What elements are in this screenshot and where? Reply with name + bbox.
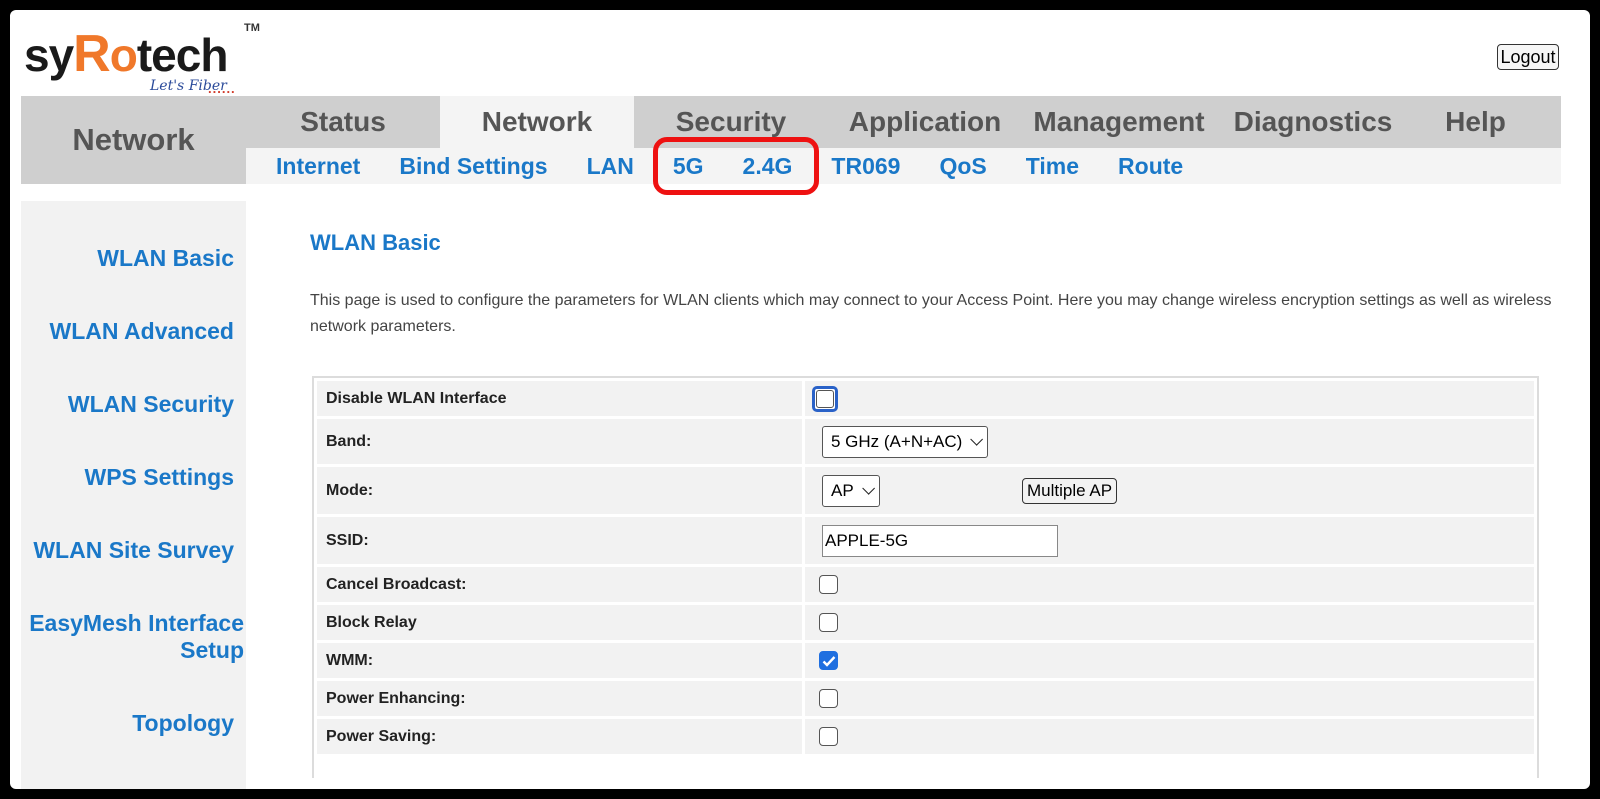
sidebar: WLAN Basic WLAN Advanced WLAN Security W…	[21, 201, 246, 789]
disable-wlan-label: Disable WLAN Interface	[317, 381, 802, 416]
sidebar-item-wlan-advanced[interactable]: WLAN Advanced	[50, 318, 234, 345]
chevron-down-icon	[970, 433, 984, 446]
mode-label: Mode:	[317, 467, 802, 514]
power-enhancing-label: Power Enhancing:	[317, 681, 802, 716]
sidebar-item-wlan-security[interactable]: WLAN Security	[68, 391, 234, 418]
page-description: This page is used to configure the param…	[310, 292, 1552, 335]
browser-frame: syRotech TM Let's Fiber ...... Logout Ne…	[10, 10, 1590, 789]
form-row-cancel-broadcast: Cancel Broadcast:	[317, 567, 1534, 602]
subtab-qos[interactable]: QoS	[939, 153, 986, 180]
logout-button[interactable]: Logout	[1497, 44, 1559, 70]
form-row-band: Band: 5 GHz (A+N+AC)	[317, 419, 1534, 464]
section-title: Network	[72, 122, 195, 157]
band-select[interactable]: 5 GHz (A+N+AC)	[822, 425, 989, 458]
form-row-block-relay: Block Relay	[317, 605, 1534, 640]
wlan-basic-form: Disable WLAN Interface Band: 5 GHz (A+N+…	[312, 376, 1539, 778]
form-row-power-enhancing: Power Enhancing:	[317, 681, 1534, 716]
tab-network[interactable]: Network	[440, 96, 634, 148]
power-saving-label: Power Saving:	[317, 719, 802, 754]
checkmark-icon	[822, 655, 835, 667]
wmm-checkbox[interactable]	[819, 651, 838, 670]
form-row-wmm: WMM:	[317, 643, 1534, 678]
sub-tabs: Internet Bind Settings LAN 5G 2.4G TR069…	[246, 148, 1561, 184]
band-label: Band:	[317, 419, 802, 464]
power-saving-checkbox[interactable]	[819, 727, 838, 746]
ssid-input[interactable]: APPLE-5G	[822, 524, 1058, 557]
mode-select-value: AP	[831, 480, 854, 500]
logo-dots: ......	[208, 81, 236, 96]
cancel-broadcast-checkbox[interactable]	[819, 575, 838, 594]
band-select-value: 5 GHz (A+N+AC)	[831, 431, 963, 451]
disable-wlan-checkbox[interactable]	[812, 385, 838, 412]
main-tabs: Status Network Security Application Mana…	[246, 96, 1561, 148]
subtab-bind-settings[interactable]: Bind Settings	[399, 153, 547, 180]
form-row-disable-wlan: Disable WLAN Interface	[317, 381, 1534, 416]
content-area: WLAN Basic This page is used to configur…	[310, 230, 1551, 335]
form-row-ssid: SSID: APPLE-5G	[317, 517, 1534, 564]
sidebar-item-easymesh-line2: Setup	[180, 637, 244, 663]
subtab-internet[interactable]: Internet	[276, 153, 360, 180]
tab-diagnostics[interactable]: Diagnostics	[1216, 96, 1410, 148]
subtab-lan[interactable]: LAN	[587, 153, 634, 180]
sidebar-item-wlan-site-survey[interactable]: WLAN Site Survey	[33, 537, 234, 564]
mode-select[interactable]: AP	[822, 474, 880, 507]
wmm-label: WMM:	[317, 643, 802, 678]
block-relay-checkbox[interactable]	[819, 613, 838, 632]
sidebar-item-wps-settings[interactable]: WPS Settings	[84, 464, 234, 491]
top-navigation: Network Status Network Security Applicat…	[21, 96, 1561, 184]
tab-application[interactable]: Application	[828, 96, 1022, 148]
page-title: WLAN Basic	[310, 230, 441, 255]
sidebar-item-easymesh[interactable]: EasyMesh Interface Setup	[29, 610, 244, 664]
subtab-time[interactable]: Time	[1026, 153, 1079, 180]
tab-management[interactable]: Management	[1022, 96, 1216, 148]
block-relay-label: Block Relay	[317, 605, 802, 640]
form-row-power-saving: Power Saving:	[317, 719, 1534, 754]
chevron-down-icon	[861, 482, 875, 495]
multiple-ap-button[interactable]: Multiple AP	[1022, 477, 1118, 504]
subtab-5g[interactable]: 5G	[673, 153, 704, 180]
power-enhancing-checkbox[interactable]	[819, 689, 838, 708]
sidebar-item-wlan-basic[interactable]: WLAN Basic	[97, 245, 234, 272]
logo-wordmark: syRotech	[24, 25, 228, 83]
syrotech-logo: syRotech TM Let's Fiber ......	[22, 18, 262, 98]
cancel-broadcast-label: Cancel Broadcast:	[317, 567, 802, 602]
subtab-tr069[interactable]: TR069	[831, 153, 900, 180]
tab-security[interactable]: Security	[634, 96, 828, 148]
ssid-label: SSID:	[317, 517, 802, 564]
subtab-2-4g[interactable]: 2.4G	[743, 153, 793, 180]
sidebar-item-easymesh-line1: EasyMesh Interface	[29, 610, 244, 636]
sidebar-item-topology[interactable]: Topology	[132, 710, 234, 737]
tab-status[interactable]: Status	[246, 96, 440, 148]
tab-help[interactable]: Help	[1410, 96, 1541, 148]
logo-trademark: TM	[244, 22, 260, 34]
subtab-route[interactable]: Route	[1118, 153, 1183, 180]
form-row-mode: Mode: AP Multiple AP	[317, 467, 1534, 514]
